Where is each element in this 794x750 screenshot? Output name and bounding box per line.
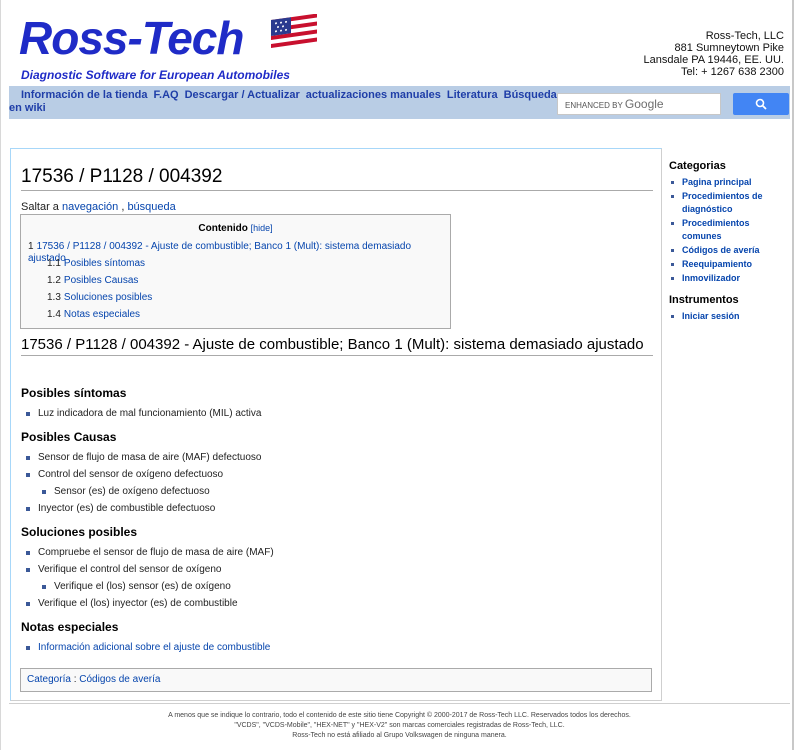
section-soluciones: Soluciones posibles Compruebe el sensor … — [21, 525, 274, 614]
footer-line: Ross-Tech no está afiliado al Grupo Volk… — [292, 732, 507, 739]
category-separator: : — [70, 674, 80, 685]
page-frame: Ross-Tech Diagnostic Software for Europe… — [0, 0, 794, 750]
list-item: Control del sensor de oxígeno defectuoso — [21, 468, 261, 485]
section-list: Luz indicadora de mal funcionamiento (MI… — [21, 407, 261, 424]
category-box: Categoría : Códigos de avería — [20, 668, 652, 692]
sidebar-item-iniciar-sesion[interactable]: Iniciar sesión — [669, 310, 787, 323]
list-item: Inyector (es) de combustible defectuoso — [21, 502, 261, 519]
address-line: 881 Sumneytown Pike — [674, 42, 784, 54]
logo-text: Ross-Tech — [19, 12, 244, 64]
nav-link-manuales[interactable]: actualizaciones manuales — [306, 89, 441, 101]
list-item: Sensor de flujo de masa de aire (MAF) de… — [21, 451, 261, 468]
section-notas: Notas especiales Información adicional s… — [21, 620, 270, 658]
toc-number: 1.3 — [47, 292, 61, 303]
section-title: Posibles Causas — [21, 430, 117, 444]
toc-title: Contenido [hide] — [28, 223, 443, 234]
list-item: Verifique el (los) sensor (es) de oxígen… — [21, 580, 274, 597]
us-flag-icon — [271, 14, 317, 50]
toc-list: 1 17536 / P1128 / 004392 - Ajuste de comb… — [28, 241, 443, 326]
sidebar-instrumentos-list: Iniciar sesión — [669, 310, 787, 323]
category-label-link[interactable]: Categoría — [27, 674, 71, 685]
search-enhanced-label: ENHANCED BY — [565, 101, 623, 110]
nav-link-faq[interactable]: F.AQ — [154, 89, 179, 101]
toc-item[interactable]: 1.4 Notas especiales — [28, 309, 443, 326]
list-item: Luz indicadora de mal funcionamiento (MI… — [21, 407, 261, 424]
sidebar-heading-categorias: Categorias — [669, 160, 726, 172]
toc-item[interactable]: 1.2 Posibles Causas — [28, 275, 443, 292]
toc-item[interactable]: 1.3 Soluciones posibles — [28, 292, 443, 309]
section-heading: 17536 / P1128 / 004392 - Ajuste de combu… — [21, 337, 653, 356]
company-address: Ross-Tech, LLC 881 Sumneytown Pike Lansd… — [644, 30, 784, 78]
toc-number: 1.1 — [47, 258, 61, 269]
toc-number: 1 — [28, 241, 34, 252]
toc-item[interactable]: 1 17536 / P1128 / 004392 - Ajuste de comb… — [28, 241, 443, 264]
jump-prefix: Saltar a — [21, 201, 59, 213]
toc-item[interactable]: 1.1 Posibles síntomas — [28, 258, 443, 275]
jump-search-link[interactable]: búsqueda — [127, 201, 175, 213]
toc-number: 1.2 — [47, 275, 61, 286]
list-item: Verifique el (los) inyector (es) de comb… — [21, 597, 274, 614]
toc-link[interactable]: Notas especiales — [64, 309, 140, 320]
toc-link[interactable]: Soluciones posibles — [64, 292, 152, 303]
search-input[interactable]: ENHANCED BY Google — [557, 93, 721, 115]
category-link[interactable]: Códigos de avería — [79, 674, 160, 685]
nav-link-literatura[interactable]: Literatura — [447, 89, 498, 101]
jump-to: Saltar a navegación , búsqueda — [21, 201, 176, 213]
section-list: Compruebe el sensor de flujo de masa de … — [21, 546, 274, 614]
section-list: Sensor de flujo de masa de aire (MAF) de… — [21, 451, 261, 519]
toc-number: 1.4 — [47, 309, 61, 320]
section-sintomas: Posibles síntomas Luz indicadora de mal … — [21, 386, 261, 424]
sidebar-item-procedimientos-comunes[interactable]: Procedimientos comunes — [669, 217, 787, 243]
list-item: Compruebe el sensor de flujo de masa de … — [21, 546, 274, 563]
jump-nav-link[interactable]: navegación — [62, 201, 118, 213]
sidebar-heading-instrumentos: Instrumentos — [669, 294, 739, 306]
section-title: Posibles síntomas — [21, 386, 127, 400]
address-line: Lansdale PA 19446, EE. UU. — [643, 54, 784, 66]
nav-bar: Información de la tienda F.AQ Descargar / … — [9, 86, 790, 119]
sidebar-item-inmovilizador[interactable]: Inmovilizador — [669, 272, 787, 285]
section-title: Notas especiales — [21, 620, 119, 634]
sidebar-item-codigos-averia[interactable]: Códigos de avería — [669, 244, 787, 257]
footer-line: "VCDS", "VCDS-Mobile", "HEX-NET" y "HEX-… — [234, 722, 565, 729]
section-list: Información adicional sobre el ajuste de… — [21, 641, 270, 658]
sidebar-item-reequipamiento[interactable]: Reequipamiento — [669, 258, 787, 271]
sidebar-item-pagina-principal[interactable]: Pagina principal — [669, 176, 787, 189]
section-title: Soluciones posibles — [21, 525, 138, 539]
sidebar-item-procedimientos-diagnostico[interactable]: Procedimientos de diagnóstico — [669, 190, 787, 216]
tagline: Diagnostic Software for European Automob… — [21, 68, 290, 82]
toc-title-text: Contenido — [198, 223, 248, 234]
table-of-contents: Contenido [hide] 1 17536 / P1128 / 004392… — [20, 214, 451, 329]
notes-link[interactable]: Información adicional sobre el ajuste de… — [21, 641, 270, 658]
search-icon — [755, 98, 767, 110]
address-line: Ross-Tech, LLC — [705, 30, 784, 42]
sidebar-categorias-list: Pagina principal Procedimientos de diagn… — [669, 176, 787, 285]
nav-link-descargar[interactable]: Descargar / Actualizar — [185, 89, 300, 101]
ross-tech-logo[interactable]: Ross-Tech — [19, 10, 244, 68]
toc-link[interactable]: Posibles Causas — [64, 275, 138, 286]
toc-hide-link[interactable]: [hide] — [251, 223, 273, 233]
footer-line: A menos que se indique lo contrario, tod… — [168, 712, 631, 719]
nav-link-tienda[interactable]: Información de la tienda — [9, 89, 148, 101]
page-title: 17536 / P1128 / 004392 — [21, 166, 653, 191]
nav-links: Información de la tienda F.AQ Descargar / … — [9, 89, 559, 115]
search-button[interactable] — [733, 93, 789, 115]
address-line: Tel: + 1267 638 2300 — [680, 66, 784, 78]
footer: A menos que se indique lo contrario, tod… — [9, 703, 790, 741]
main-content: 17536 / P1128 / 004392 Saltar a navegaci… — [10, 148, 662, 701]
toc-link[interactable]: Posibles síntomas — [64, 258, 145, 269]
list-item: Sensor (es) de oxígeno defectuoso — [21, 485, 261, 502]
search-google-label: Google — [624, 97, 664, 111]
list-item: Verifique el control del sensor de oxíge… — [21, 563, 274, 580]
section-causas: Posibles Causas Sensor de flujo de masa … — [21, 430, 261, 519]
sidebar: Categorias Pagina principal Procedimient… — [669, 160, 787, 332]
